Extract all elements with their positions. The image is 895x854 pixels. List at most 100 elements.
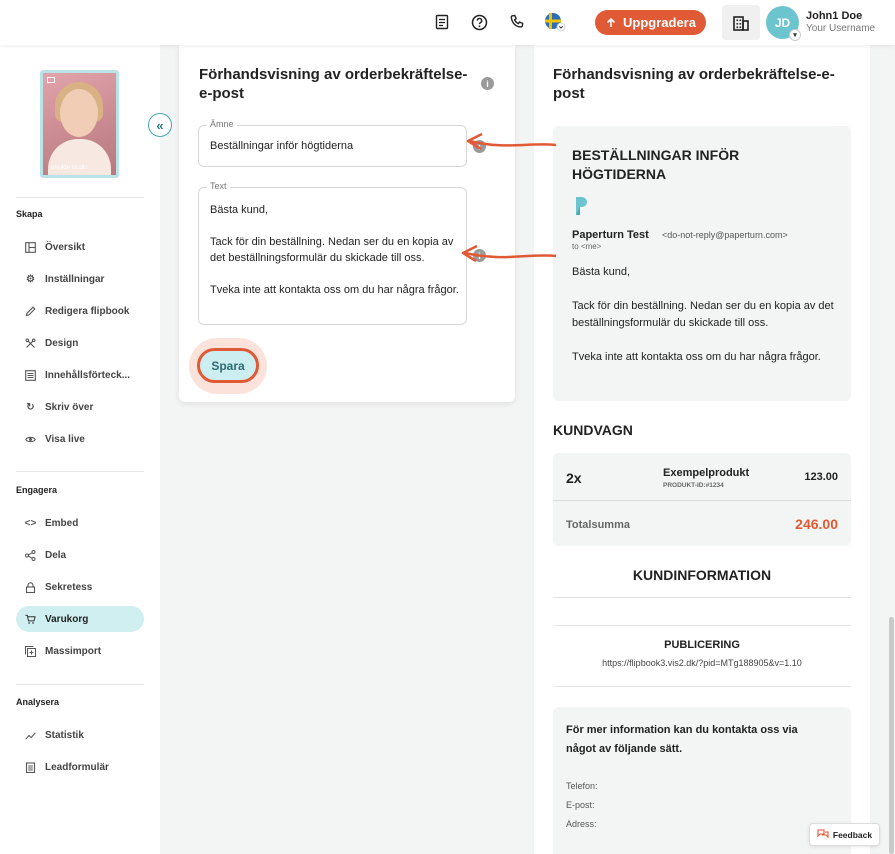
code-icon: <>	[24, 517, 37, 529]
sidebar-item-installningar[interactable]: ⚙ Inställningar	[16, 266, 144, 292]
overview-icon	[25, 241, 36, 253]
form-icon	[25, 761, 36, 773]
divider	[16, 197, 144, 198]
sender-name: Paperturn Test	[572, 229, 649, 241]
building-icon[interactable]	[722, 5, 760, 40]
thumb-logo-icon	[47, 77, 55, 83]
sidebar-item-label: Varukorg	[45, 613, 89, 625]
sidebar-item-label: Sekretess	[45, 581, 93, 593]
phone-icon[interactable]	[508, 13, 526, 31]
body-textarea[interactable]: Bästa kund, Tack för din beställning. Ne…	[210, 202, 462, 298]
feedback-button[interactable]: Feedback	[809, 823, 880, 846]
sidebar-item-massimport[interactable]: Massimport	[16, 638, 144, 664]
sender-email: <do-not-reply@paperturn.com>	[662, 230, 788, 240]
design-icon	[25, 338, 36, 349]
sidebar-item-skriv-over[interactable]: ↻ Skriv över	[16, 394, 144, 420]
cart-title: KUNDVAGN	[553, 422, 633, 438]
email-subject: BESTÄLLNINGAR INFÖR HÖGTIDERNA	[572, 147, 740, 182]
info-icon[interactable]: i	[473, 249, 486, 262]
gear-icon: ⚙	[26, 273, 35, 285]
divider	[553, 500, 851, 501]
sidebar-item-label: Embed	[45, 517, 79, 529]
sidebar-item-label: Leadformulär	[45, 761, 109, 773]
sidebar-item-design[interactable]: Design	[16, 330, 144, 356]
paperturn-logo-icon	[576, 197, 587, 215]
save-button[interactable]: Spara	[197, 348, 259, 383]
email-message: BESTÄLLNINGAR INFÖR HÖGTIDERNA Paperturn…	[553, 126, 851, 401]
contact-address: Adress:	[566, 819, 597, 829]
user-menu[interactable]: JD ▾ John1 Doe Your Username	[722, 5, 895, 41]
sidebar-item-sekretess[interactable]: Sekretess	[16, 574, 144, 600]
subject-label: Ämne	[207, 119, 237, 129]
sidebar-item-label: Skriv över	[45, 401, 94, 413]
refresh-icon: ↻	[26, 401, 35, 413]
avatar-initials: JD	[774, 15, 791, 30]
info-icon[interactable]: i	[481, 77, 494, 90]
divider	[553, 625, 851, 626]
sidebar-item-innehall[interactable]: Innehållsförteck...	[16, 362, 144, 388]
divider	[16, 471, 144, 472]
email-body: Bästa kund, Tack för din beställning. Ne…	[572, 266, 834, 363]
eye-icon	[25, 434, 36, 445]
subject-field[interactable]: Ämne Beställningar inför högtiderna	[198, 119, 467, 167]
divider	[553, 597, 851, 598]
sidebar-item-statistik[interactable]: Statistik	[16, 722, 144, 748]
sidebar-item-label: Innehållsförteck...	[45, 369, 131, 381]
document-icon[interactable]	[433, 13, 451, 31]
thumb-shoulder	[48, 139, 111, 175]
flipbook-thumbnail[interactable]: ansikte studio	[40, 70, 119, 178]
user-name: John1 Doe	[806, 10, 863, 22]
sidebar-item-leadformular[interactable]: Leadformulär	[16, 754, 144, 780]
cart-product-id: PRODUKT-ID:#1234	[663, 482, 724, 489]
sidebar-item-visa-live[interactable]: Visa live	[16, 426, 144, 452]
scrollbar-thumb[interactable]	[889, 617, 894, 854]
form-title: Förhandsvisning av orderbekräftelse-e-po…	[199, 66, 468, 102]
cart-quantity: 2x	[566, 470, 582, 486]
stats-icon	[25, 730, 36, 741]
sidebar-item-label: Visa live	[45, 433, 85, 445]
cart-summary: 2x Exempelprodukt PRODUKT-ID:#1234 123.0…	[553, 453, 851, 546]
info-icon[interactable]: i	[473, 140, 486, 153]
upgrade-label: Uppgradera	[623, 15, 696, 30]
collapse-sidebar-button[interactable]: «	[148, 113, 172, 137]
section-analysera: Analysera	[16, 697, 60, 707]
cart-price: 123.00	[804, 471, 838, 483]
text-field[interactable]: Text Bästa kund, Tack för din beställnin…	[198, 181, 467, 325]
import-icon	[25, 645, 36, 657]
sidebar-item-oversikt[interactable]: Översikt	[16, 234, 144, 260]
double-chevron-left-icon: «	[156, 117, 164, 133]
preview-title: Förhandsvisning av orderbekräftelse-e-po…	[553, 66, 835, 102]
sidebar-item-varukorg[interactable]: Varukorg	[16, 606, 144, 632]
sidebar-item-dela[interactable]: Dela	[16, 542, 144, 568]
sidebar-item-label: Massimport	[45, 645, 102, 657]
divider	[553, 686, 851, 687]
thumb-text: ansikte studio	[51, 165, 88, 171]
pencil-icon	[25, 305, 36, 317]
share-icon	[25, 549, 36, 561]
cart-product-name: Exempelprodukt	[663, 467, 750, 479]
feedback-icon	[817, 829, 829, 839]
subject-input[interactable]: Beställningar inför högtiderna	[210, 140, 353, 152]
sidebar-item-label: Design	[45, 337, 79, 349]
cart-total: 246.00	[795, 516, 838, 532]
sidebar-item-label: Översikt	[45, 241, 86, 253]
sidebar-item-label: Statistik	[45, 729, 84, 741]
sweden-flag-icon[interactable]	[544, 13, 566, 32]
email-form-card: Förhandsvisning av orderbekräftelse-e-po…	[179, 45, 515, 402]
avatar[interactable]: JD ▾	[766, 6, 801, 41]
email-preview-panel: Förhandsvisning av orderbekräftelse-e-po…	[534, 45, 870, 854]
feedback-label: Feedback	[832, 829, 873, 840]
sidebar-item-embed[interactable]: <> Embed	[16, 510, 144, 536]
upgrade-button[interactable]: Uppgradera	[595, 10, 706, 35]
chevron-down-icon: ▾	[789, 29, 801, 41]
sidebar-item-label: Dela	[45, 549, 67, 561]
text-label: Text	[207, 181, 230, 191]
publication-title: PUBLICERING	[664, 639, 740, 651]
user-username: Your Username	[806, 23, 876, 34]
sidebar-item-label: Redigera flipbook	[45, 305, 130, 317]
contact-email: E-post:	[566, 800, 595, 810]
help-icon[interactable]	[470, 13, 488, 31]
section-engagera: Engagera	[16, 485, 58, 495]
sidebar-item-redigera[interactable]: Redigera flipbook	[16, 298, 144, 324]
cart-total-label: Totalsumma	[566, 519, 630, 531]
